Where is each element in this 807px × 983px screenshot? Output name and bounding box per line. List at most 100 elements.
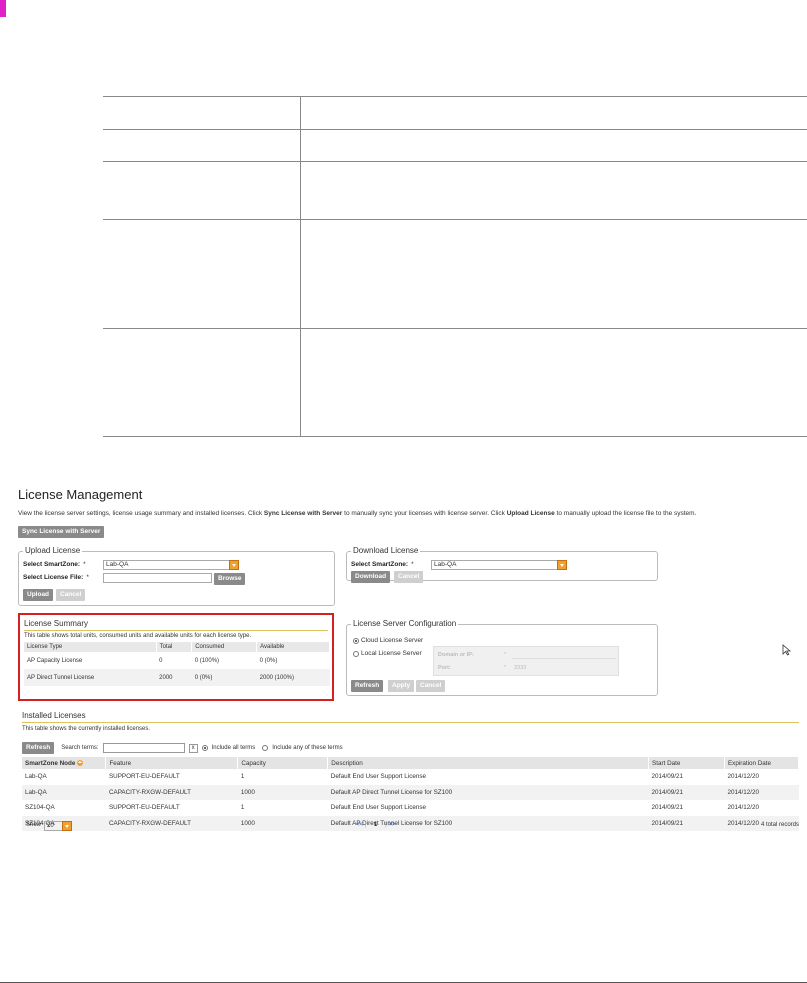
column-header: Consumed <box>191 642 258 652</box>
table-cell: AP Direct Tunnel License <box>24 669 157 686</box>
radio-selected-icon <box>353 637 359 644</box>
column-header[interactable]: Expiration Date <box>724 757 800 769</box>
license-summary-panel: License Summary This table shows total u… <box>18 613 334 701</box>
search-input[interactable] <box>102 743 185 753</box>
upload-cancel-button[interactable]: Cancel <box>56 589 86 601</box>
previous-page-link[interactable]: << <box>356 822 363 828</box>
sort-ascending-icon <box>77 759 84 766</box>
table-row[interactable]: Lab-QA CAPACITY-RXGW-DEFAULT 1000 Defaul… <box>22 784 799 800</box>
column-header: License Type <box>24 642 157 652</box>
column-header[interactable]: Start Date <box>648 757 725 769</box>
required-mark: * <box>504 652 507 658</box>
sync-license-button[interactable]: Sync License with Server <box>18 526 105 538</box>
table-cell: SZ104-QA <box>25 804 55 812</box>
installed-licenses-description: This table shows the currently installed… <box>22 726 151 732</box>
column-header: Available <box>256 642 330 652</box>
server-cancel-button[interactable]: Cancel <box>416 680 446 692</box>
column-header: Total <box>156 642 193 652</box>
chevron-down-icon <box>62 821 72 831</box>
radio-icon <box>353 650 359 657</box>
divider <box>22 722 799 723</box>
column-header-smartzone-node[interactable]: SmartZone Node <box>22 757 107 769</box>
current-page[interactable]: 1 <box>374 822 377 828</box>
upload-license-panel: Upload License Select SmartZone: * Lab-QA… <box>18 546 335 606</box>
table-cell: Default End User Support License <box>330 773 427 781</box>
clear-search-icon[interactable]: x <box>188 743 198 753</box>
search-terms-label: Search terms: <box>61 745 99 751</box>
download-license-legend: Download License <box>351 546 421 555</box>
table-cell: Default End User Support License <box>330 804 427 812</box>
installed-licenses-table: SmartZone Node Feature Capacity Descript… <box>22 757 800 831</box>
upload-file-label: Select License File: * <box>23 574 89 581</box>
page-corner-mark <box>0 0 6 17</box>
table-cell: AP Capacity License <box>27 657 83 664</box>
show-label: Show <box>26 822 42 828</box>
table-row: AP Capacity License 0 0 (100%) 0 (0%) <box>24 652 330 669</box>
license-management-screen: License Management View the license serv… <box>18 487 807 831</box>
installed-licenses-toolbar: Refresh Search terms: x Include all term… <box>22 742 343 754</box>
download-cancel-button[interactable]: Cancel <box>394 571 424 583</box>
license-server-config-legend: License Server Configuration <box>351 619 459 628</box>
pagination-links: << | 1 | >> <box>356 822 396 828</box>
upload-button[interactable]: Upload <box>23 589 54 601</box>
table-cell: Lab-QA <box>25 773 47 781</box>
document-table <box>103 96 807 437</box>
license-summary-title: License Summary <box>24 619 89 628</box>
cloud-license-server-option[interactable]: Cloud License Server <box>353 637 423 644</box>
table-row[interactable]: SZ104-QA SUPPORT-EU-DEFAULT 1 Default En… <box>22 800 799 816</box>
download-smartzone-select[interactable]: Lab-QA <box>431 560 567 570</box>
browse-button[interactable]: Browse <box>214 573 246 585</box>
table-cell: Default AP Direct Tunnel License for SZ1… <box>327 784 649 800</box>
include-all-radio-icon[interactable] <box>201 745 208 751</box>
table-cell: 2014/09/21 <box>651 773 684 781</box>
installed-refresh-button[interactable]: Refresh <box>22 742 55 754</box>
license-server-config-panel: License Server Configuration Cloud Licen… <box>346 619 658 696</box>
table-cell: 0 (0%) <box>191 669 257 686</box>
next-page-link[interactable]: >> <box>388 822 395 828</box>
port-input[interactable]: 3333 <box>514 665 526 671</box>
required-mark: * <box>504 665 507 671</box>
download-button[interactable]: Download <box>351 571 391 583</box>
table-cell: 2014/09/21 <box>651 804 684 812</box>
mouse-pointer-icon <box>782 644 792 656</box>
license-summary-description: This table shows total units, consumed u… <box>24 633 252 639</box>
table-row[interactable]: Lab-QA SUPPORT-EU-DEFAULT 1 Default End … <box>22 769 799 785</box>
upload-smartzone-select[interactable]: Lab-QA <box>103 560 239 570</box>
page-size-select[interactable]: 20 <box>44 821 72 831</box>
table-cell: 1 <box>240 773 245 781</box>
table-cell: 2000 <box>156 669 192 686</box>
local-server-fields: Domain or IP: * Port: * 3333 <box>433 646 619 676</box>
upload-license-legend: Upload License <box>23 546 83 555</box>
include-any-radio-icon[interactable] <box>262 745 269 751</box>
column-header[interactable]: Description <box>327 757 650 769</box>
divider <box>24 630 328 631</box>
column-header[interactable]: Capacity <box>237 757 329 769</box>
table-cell: 0 (100%) <box>194 657 220 664</box>
pagination-bar: Show 20 << | 1 | >> 4 total records <box>22 821 799 833</box>
installed-licenses-title: Installed Licenses <box>22 711 86 720</box>
port-label: Port: <box>438 665 451 671</box>
table-cell: 1000 <box>237 784 328 800</box>
page-description: View the license server settings, licens… <box>18 510 697 517</box>
license-file-input[interactable] <box>103 573 212 583</box>
table-cell: 0 (0%) <box>259 657 278 664</box>
table-cell: 2000 (100%) <box>256 669 330 686</box>
total-records: 4 total records <box>760 822 799 828</box>
table-cell: 2014/12/20 <box>724 784 799 800</box>
table-cell: CAPACITY-RXGW-DEFAULT <box>105 784 238 800</box>
license-summary-table: License Type Total Consumed Available AP… <box>24 642 330 686</box>
page-title: License Management <box>18 487 143 502</box>
column-header[interactable]: Feature <box>105 757 239 769</box>
table-cell: SUPPORT-EU-DEFAULT <box>108 804 180 812</box>
download-license-panel: Download License Select SmartZone: * Lab-… <box>346 546 658 583</box>
table-cell: 1 <box>240 804 245 812</box>
table-cell: 2014/09/21 <box>648 784 725 800</box>
table-cell: 2014/12/20 <box>727 773 759 781</box>
server-apply-button[interactable]: Apply <box>388 680 415 692</box>
local-license-server-option[interactable]: Local License Server <box>353 650 422 657</box>
table-cell: Lab-QA <box>22 784 106 800</box>
include-any-label: Include any of these terms <box>272 745 343 751</box>
server-refresh-button[interactable]: Refresh <box>351 680 384 692</box>
download-smartzone-label: Select SmartZone: * <box>351 561 414 568</box>
domain-input[interactable] <box>512 650 616 659</box>
